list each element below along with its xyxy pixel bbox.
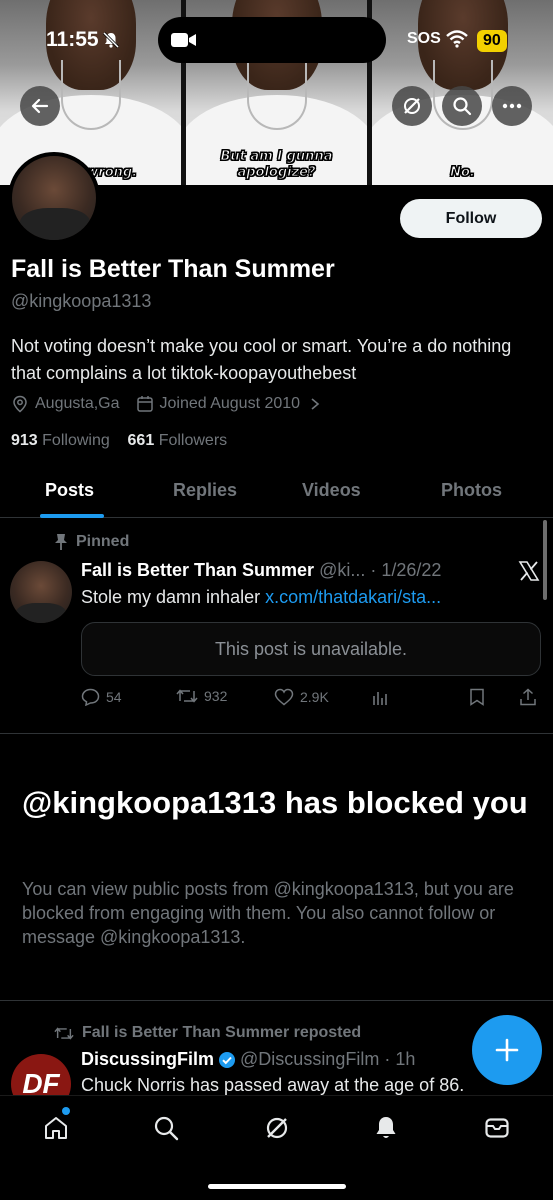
post-body: Stole my damn inhaler xyxy=(81,587,266,607)
section-divider xyxy=(0,1000,553,1001)
blocked-body: You can view public posts from @kingkoop… xyxy=(22,879,514,947)
more-icon xyxy=(502,103,522,109)
status-time: 11:55 xyxy=(46,28,99,51)
banner-caption-3: No. xyxy=(450,165,476,181)
home-notification-dot xyxy=(62,1107,70,1115)
pinned-indicator: Pinned xyxy=(54,533,129,551)
share-button[interactable] xyxy=(519,688,537,706)
pinned-label: Pinned xyxy=(76,533,130,550)
followers-label: Followers xyxy=(158,432,228,449)
nav-home[interactable] xyxy=(38,1110,74,1146)
post-header[interactable]: Fall is Better Than Summer @ki... · 1/26… xyxy=(81,560,441,581)
reply-icon xyxy=(81,688,100,706)
search-button[interactable] xyxy=(442,86,482,126)
tab-photos[interactable]: Photos xyxy=(441,480,502,501)
plus-icon xyxy=(495,1038,519,1062)
repost-indicator: Fall is Better Than Summer reposted xyxy=(54,1024,361,1042)
profile-avatar[interactable] xyxy=(8,152,100,244)
bookmark-button[interactable] xyxy=(469,688,485,706)
sos-indicator: SOS xyxy=(407,30,441,47)
bell-slash-icon xyxy=(102,31,120,49)
search-icon xyxy=(453,97,472,116)
repost-text: Chuck Norris has passed away at the age … xyxy=(81,1075,465,1095)
active-tab-indicator xyxy=(40,514,104,518)
calendar-icon xyxy=(136,396,153,412)
nav-notifications[interactable] xyxy=(368,1110,404,1146)
post-actions: 54 932 2.9K xyxy=(81,688,541,708)
grok-button[interactable] xyxy=(392,86,432,126)
more-button[interactable] xyxy=(492,86,532,126)
verified-badge-icon xyxy=(219,1051,236,1068)
repost-header[interactable]: DiscussingFilm @DiscussingFilm · 1h xyxy=(81,1049,415,1070)
arrow-left-icon xyxy=(31,98,49,114)
tab-posts[interactable]: Posts xyxy=(45,480,94,501)
reply-count: 54 xyxy=(106,689,122,705)
repost-icon xyxy=(176,689,198,703)
nav-search[interactable] xyxy=(148,1110,184,1146)
post-author-avatar[interactable] xyxy=(10,561,72,623)
views-button[interactable] xyxy=(371,688,389,706)
profile-meta: Augusta,Ga Joined August 2010 xyxy=(11,395,322,413)
repost-button[interactable]: 932 xyxy=(176,688,227,704)
post-author-name: Fall is Better Than Summer xyxy=(81,560,315,580)
blocked-title: @kingkoopa1313 has blocked you xyxy=(22,785,528,820)
reply-button[interactable]: 54 xyxy=(81,688,122,706)
follow-button[interactable]: Follow xyxy=(400,199,542,238)
repost-icon xyxy=(54,1026,74,1040)
tab-replies[interactable]: Replies xyxy=(173,480,237,501)
mail-icon xyxy=(485,1118,509,1138)
battery-indicator: 90 xyxy=(477,30,507,52)
post-link[interactable]: x.com/thatdakari/sta... xyxy=(265,587,441,607)
handle: @kingkoopa1313 xyxy=(11,291,152,311)
like-count: 2.9K xyxy=(300,689,329,705)
compose-button[interactable] xyxy=(472,1015,542,1085)
like-button[interactable]: 2.9K xyxy=(274,688,329,706)
x-logo-icon xyxy=(518,561,540,581)
nav-grok[interactable] xyxy=(259,1110,295,1146)
grok-icon xyxy=(404,98,420,114)
share-icon xyxy=(520,688,536,706)
tab-videos[interactable]: Videos xyxy=(302,480,361,501)
banner-caption-2: But am I gunna apologize? xyxy=(220,149,333,181)
post-meta: @ki... · 1/26/22 xyxy=(319,560,442,580)
nav-messages[interactable] xyxy=(479,1110,515,1146)
back-button[interactable] xyxy=(20,86,60,126)
repost-label: Fall is Better Than Summer reposted xyxy=(82,1024,362,1041)
grok-icon xyxy=(266,1117,288,1139)
home-icon xyxy=(45,1117,67,1139)
following-link[interactable]: 913 Following xyxy=(11,432,110,449)
joined-text: Joined August 2010 xyxy=(159,395,301,412)
heart-icon xyxy=(274,688,294,706)
bio: Not voting doesn’t make you cool or smar… xyxy=(11,336,512,383)
bell-icon xyxy=(376,1117,396,1138)
chevron-right-icon[interactable] xyxy=(308,397,322,411)
unavailable-quote: This post is unavailable. xyxy=(81,622,541,676)
location-text: Augusta,Ga xyxy=(35,395,120,412)
bookmark-icon xyxy=(470,688,484,706)
display-name: Fall is Better Than Summer xyxy=(11,255,335,283)
repost-count: 932 xyxy=(204,688,228,704)
repost-author-name: DiscussingFilm xyxy=(81,1049,215,1069)
following-label: Following xyxy=(42,432,110,449)
video-camera-icon xyxy=(171,33,196,47)
followers-link[interactable]: 661 Followers xyxy=(128,432,228,449)
search-icon xyxy=(154,1116,179,1141)
wifi-icon xyxy=(446,30,468,48)
post-text: Stole my damn inhaler x.com/thatdakari/s… xyxy=(81,587,441,608)
follow-counts: 913 Following 661 Followers xyxy=(11,432,227,450)
pin-icon xyxy=(55,534,67,550)
location-icon xyxy=(13,395,27,413)
analytics-icon xyxy=(373,692,387,705)
scrollbar-thumb[interactable] xyxy=(543,520,547,600)
repost-meta: @DiscussingFilm · 1h xyxy=(240,1049,416,1069)
profile-tabs: Posts Replies Videos Photos xyxy=(0,466,553,518)
following-count: 913 xyxy=(11,432,38,449)
followers-count: 661 xyxy=(127,432,155,449)
home-indicator[interactable] xyxy=(208,1184,346,1189)
section-divider xyxy=(0,733,553,734)
